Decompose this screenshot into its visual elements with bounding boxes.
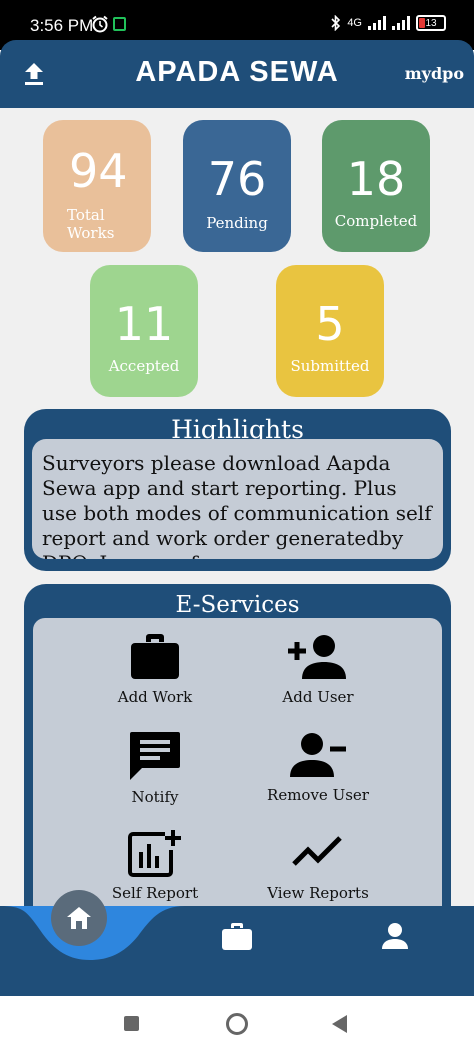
stat-accepted[interactable]: 11 Accepted [90, 265, 198, 397]
notify-label: Notify [131, 788, 179, 806]
self-report-button[interactable]: Self Report [75, 828, 235, 902]
stat-total-label: Total Works [67, 206, 115, 242]
view-reports-button[interactable]: View Reports [238, 828, 398, 902]
signal-icon-2 [392, 16, 410, 30]
signal-icon [368, 16, 386, 30]
stat-completed-value: 18 [346, 152, 406, 206]
stat-submitted-label: Submitted [290, 357, 370, 375]
highlights-text[interactable]: Surveyors please download Aapda Sewa app… [32, 439, 443, 559]
stat-accepted-value: 11 [114, 297, 174, 351]
person-icon[interactable] [381, 922, 409, 950]
stat-pending-label: Pending [206, 214, 268, 232]
add-user-label: Add User [282, 688, 354, 706]
e-services-title: E-Services [175, 592, 300, 618]
status-icons: 4G 13 [331, 15, 446, 31]
home-icon [67, 907, 91, 929]
e-services-grid: Add Work Add User Notify Remove User Sel… [33, 618, 442, 908]
battery-icon: 13 [416, 15, 446, 31]
report-add-icon [128, 830, 181, 877]
stat-accepted-label: Accepted [108, 357, 180, 375]
add-user-button[interactable]: Add User [238, 632, 398, 706]
stat-completed-label: Completed [334, 212, 418, 230]
stat-total-works[interactable]: 94 Total Works [43, 120, 151, 252]
status-time: 3:56 PM [30, 16, 94, 35]
home-nav-button[interactable] [51, 890, 107, 946]
app-title: APADA SEWA [135, 56, 339, 88]
alarm-icon [92, 15, 108, 33]
remove-user-button[interactable]: Remove User [238, 730, 398, 804]
remove-user-label: Remove User [267, 786, 369, 804]
stat-submitted[interactable]: 5 Submitted [276, 265, 384, 397]
stat-pending-value: 76 [207, 152, 267, 206]
briefcase-icon [131, 634, 179, 679]
highlights-card: Highlights Surveyors please download Aap… [24, 409, 451, 571]
view-reports-label: View Reports [267, 884, 369, 902]
main-content[interactable]: 94 Total Works 76 Pending 18 Completed 11… [0, 108, 474, 908]
trend-line-icon [292, 836, 342, 866]
add-work-label: Add Work [117, 688, 193, 706]
user-name[interactable]: mydpo [405, 64, 464, 83]
remove-user-icon [290, 733, 346, 777]
home-system-button[interactable] [226, 1013, 248, 1035]
app-header: APADA SEWA mydpo [0, 40, 474, 108]
network-type: 4G [347, 17, 362, 29]
battery-level: 13 [425, 17, 437, 29]
stat-pending[interactable]: 76 Pending [183, 120, 291, 252]
message-icon [130, 732, 180, 780]
stat-completed[interactable]: 18 Completed [322, 120, 430, 252]
back-button[interactable] [332, 1015, 347, 1033]
add-work-button[interactable]: Add Work [75, 632, 235, 706]
app-notification-icon [113, 17, 126, 31]
notify-button[interactable]: Notify [75, 730, 235, 806]
recents-button[interactable] [124, 1016, 139, 1031]
bottom-navigation [0, 890, 474, 996]
briefcase-icon[interactable] [221, 922, 253, 952]
e-services-card: E-Services Add Work Add User Notify Remo… [24, 584, 451, 908]
add-user-icon [288, 635, 346, 679]
system-navigation-bar [0, 996, 474, 1053]
stat-total-value: 94 [69, 144, 128, 198]
bluetooth-icon [331, 15, 341, 31]
stat-submitted-value: 5 [315, 297, 345, 351]
